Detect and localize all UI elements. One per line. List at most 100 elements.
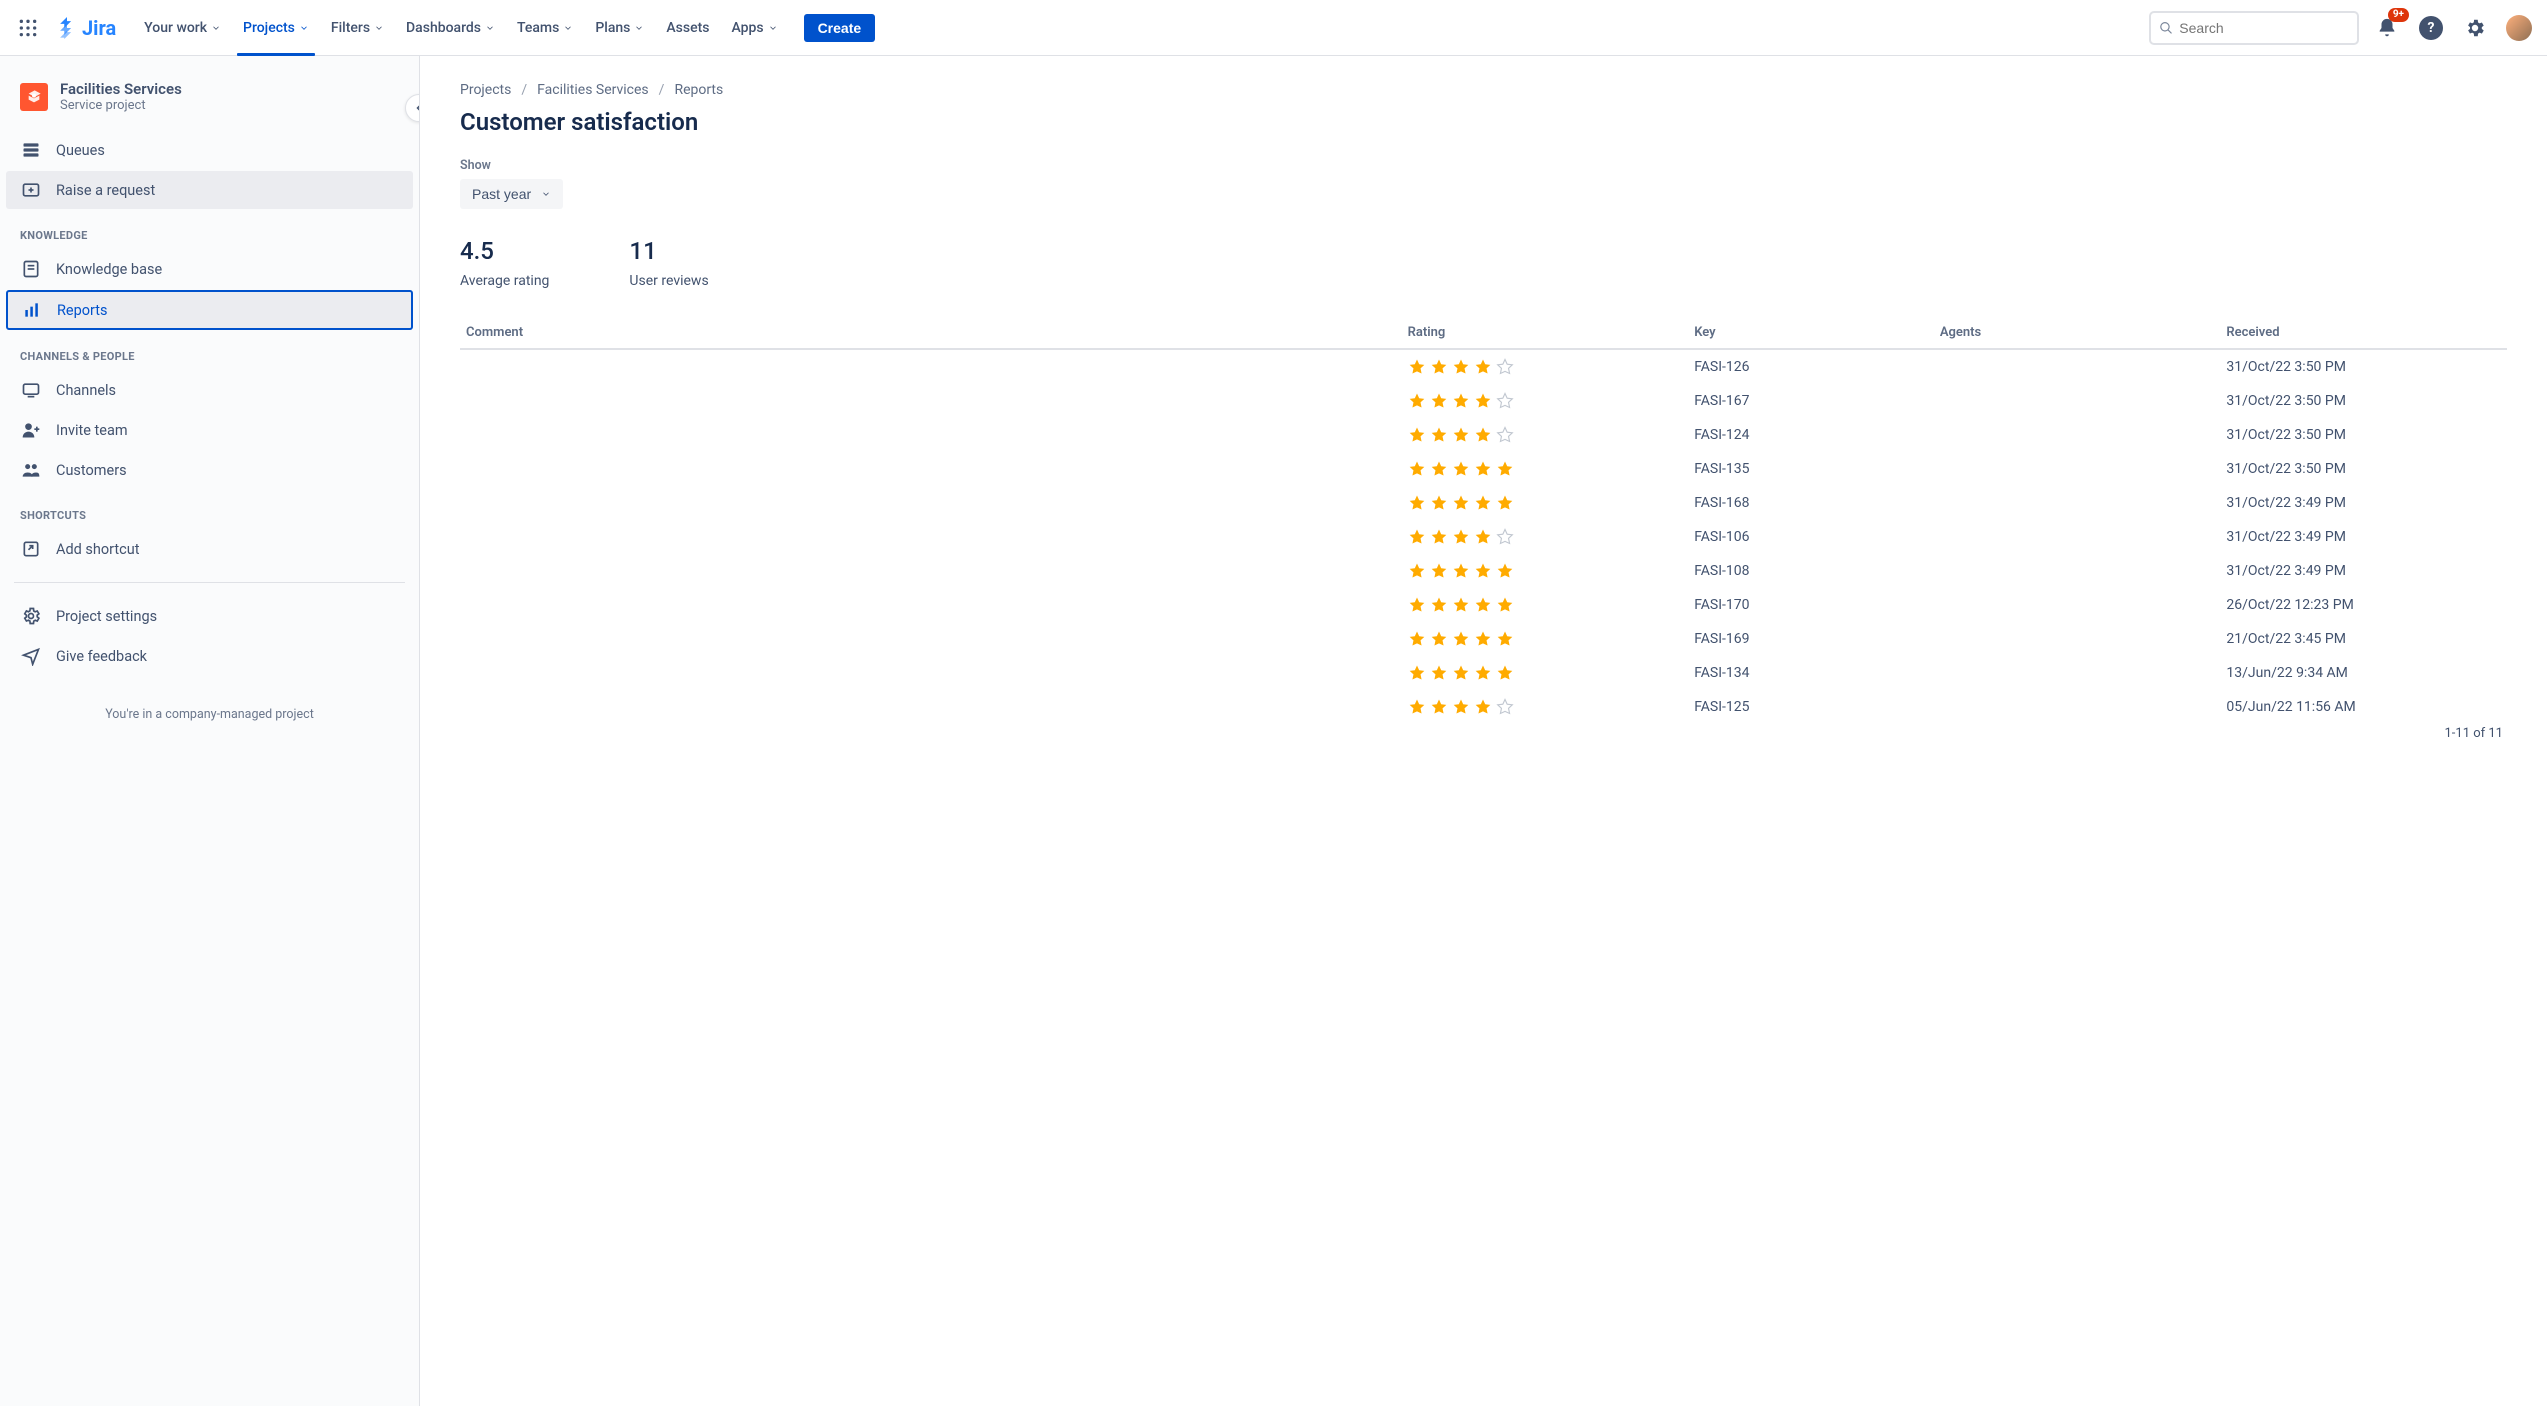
nav-item-filters[interactable]: Filters: [321, 0, 394, 56]
sidebar-item-knowledge-base[interactable]: Knowledge base: [6, 250, 413, 288]
cell-received: 31/Oct/22 3:50 PM: [2220, 384, 2507, 418]
table-row[interactable]: FASI-167 31/Oct/22 3:50 PM: [460, 384, 2507, 418]
cell-key[interactable]: FASI-124: [1688, 418, 1934, 452]
avg-rating-label: Average rating: [460, 273, 549, 289]
star-icon: [1430, 698, 1448, 716]
timeframe-value: Past year: [472, 186, 531, 202]
sidebar-item-label: Queues: [56, 142, 105, 159]
nav-item-label: Apps: [731, 6, 763, 50]
cell-key[interactable]: FASI-125: [1688, 690, 1934, 724]
star-icon: [1452, 698, 1470, 716]
cell-received: 31/Oct/22 3:49 PM: [2220, 520, 2507, 554]
sidebar-item-raise-a-request[interactable]: Raise a request: [6, 171, 413, 209]
timeframe-dropdown[interactable]: Past year: [460, 179, 563, 209]
cell-agents: [1934, 554, 2221, 588]
cell-key[interactable]: FASI-126: [1688, 349, 1934, 384]
channels-icon: [20, 380, 42, 400]
cell-key[interactable]: FASI-134: [1688, 656, 1934, 690]
sidebar-item-channels[interactable]: Channels: [6, 371, 413, 409]
col-agents[interactable]: Agents: [1934, 317, 2221, 349]
cell-key[interactable]: FASI-108: [1688, 554, 1934, 588]
chevron-down-icon: [563, 23, 573, 33]
col-rating[interactable]: Rating: [1402, 317, 1689, 349]
table-row[interactable]: FASI-124 31/Oct/22 3:50 PM: [460, 418, 2507, 452]
chevron-down-icon: [374, 23, 384, 33]
cell-comment: [460, 452, 1402, 486]
col-received[interactable]: Received: [2220, 317, 2507, 349]
profile-avatar[interactable]: [2503, 12, 2535, 44]
cell-key[interactable]: FASI-170: [1688, 588, 1934, 622]
table-row[interactable]: FASI-13531/Oct/22 3:50 PM: [460, 452, 2507, 486]
kb-icon: [20, 259, 42, 279]
cell-rating: [1402, 452, 1689, 486]
chevron-down-icon: [768, 23, 778, 33]
page-title: Customer satisfaction: [460, 108, 2507, 136]
notifications-icon[interactable]: 9+: [2371, 12, 2403, 44]
nav-item-label: Plans: [595, 6, 630, 50]
sidebar-item-project-settings[interactable]: Project settings: [6, 597, 413, 635]
table-row[interactable]: FASI-12505/Jun/22 11:56 AM: [460, 690, 2507, 724]
cell-rating: [1402, 656, 1689, 690]
cell-rating: [1402, 690, 1689, 724]
star-icon: [1408, 596, 1426, 614]
nav-item-plans[interactable]: Plans: [585, 0, 654, 56]
col-comment[interactable]: Comment: [460, 317, 1402, 349]
chevron-down-icon: [541, 189, 551, 199]
star-icon: [1496, 596, 1514, 614]
star-icon: [1408, 698, 1426, 716]
table-row[interactable]: FASI-16921/Oct/22 3:45 PM: [460, 622, 2507, 656]
breadcrumb-reports[interactable]: Reports: [674, 82, 723, 98]
settings-icon[interactable]: [2459, 12, 2491, 44]
star-icon: [1474, 664, 1492, 682]
cell-comment: [460, 486, 1402, 520]
table-row[interactable]: FASI-12631/Oct/22 3:50 PM: [460, 349, 2507, 384]
help-icon[interactable]: ?: [2415, 12, 2447, 44]
star-icon: [1452, 596, 1470, 614]
app-switcher-icon[interactable]: [12, 12, 44, 44]
nav-item-projects[interactable]: Projects: [233, 0, 319, 56]
cell-comment: [460, 554, 1402, 588]
sidebar-item-invite-team[interactable]: Invite team: [6, 411, 413, 449]
star-icon: [1430, 596, 1448, 614]
search-input[interactable]: [2179, 20, 2349, 36]
nav-item-apps[interactable]: Apps: [721, 0, 787, 56]
cell-received: 31/Oct/22 3:50 PM: [2220, 418, 2507, 452]
star-icon: [1430, 664, 1448, 682]
sidebar-item-customers[interactable]: Customers: [6, 451, 413, 489]
jira-logo[interactable]: Jira: [48, 16, 124, 40]
top-navigation: Jira Your workProjectsFiltersDashboards T…: [0, 0, 2547, 56]
cell-key[interactable]: FASI-168: [1688, 486, 1934, 520]
breadcrumb-facilities-services[interactable]: Facilities Services: [537, 82, 649, 98]
nav-item-dashboards[interactable]: Dashboards: [396, 0, 505, 56]
cell-received: 31/Oct/22 3:49 PM: [2220, 486, 2507, 520]
cell-key[interactable]: FASI-135: [1688, 452, 1934, 486]
project-type: Service project: [60, 98, 182, 113]
cell-agents: [1934, 656, 2221, 690]
cell-key[interactable]: FASI-106: [1688, 520, 1934, 554]
cell-key[interactable]: FASI-167: [1688, 384, 1934, 418]
star-icon: [1430, 562, 1448, 580]
table-row[interactable]: FASI-106 31/Oct/22 3:49 PM: [460, 520, 2507, 554]
table-row[interactable]: FASI-168 31/Oct/22 3:49 PM: [460, 486, 2507, 520]
feedback-icon: [20, 646, 42, 666]
breadcrumb-projects[interactable]: Projects: [460, 82, 511, 98]
col-key[interactable]: Key: [1688, 317, 1934, 349]
table-row[interactable]: FASI-17026/Oct/22 12:23 PM: [460, 588, 2507, 622]
create-button[interactable]: Create: [804, 14, 876, 42]
nav-item-assets[interactable]: Assets: [656, 0, 719, 56]
search-box[interactable]: [2149, 11, 2359, 45]
sidebar-item-queues[interactable]: Queues: [6, 131, 413, 169]
nav-item-teams[interactable]: Teams: [507, 0, 583, 56]
sidebar-item-give-feedback[interactable]: Give feedback: [6, 637, 413, 675]
notification-badge: 9+: [2388, 8, 2409, 22]
table-row[interactable]: FASI-13413/Jun/22 9:34 AM: [460, 656, 2507, 690]
nav-item-label: Teams: [517, 6, 559, 50]
cell-key[interactable]: FASI-169: [1688, 622, 1934, 656]
table-row[interactable]: FASI-10831/Oct/22 3:49 PM: [460, 554, 2507, 588]
project-header[interactable]: Facilities Services Service project: [6, 74, 413, 129]
star-icon: [1408, 358, 1426, 376]
sidebar-item-reports[interactable]: Reports: [6, 290, 413, 330]
nav-item-your-work[interactable]: Your work: [134, 0, 231, 56]
sidebar-item-add-shortcut[interactable]: Add shortcut: [6, 530, 413, 568]
star-icon: [1496, 562, 1514, 580]
